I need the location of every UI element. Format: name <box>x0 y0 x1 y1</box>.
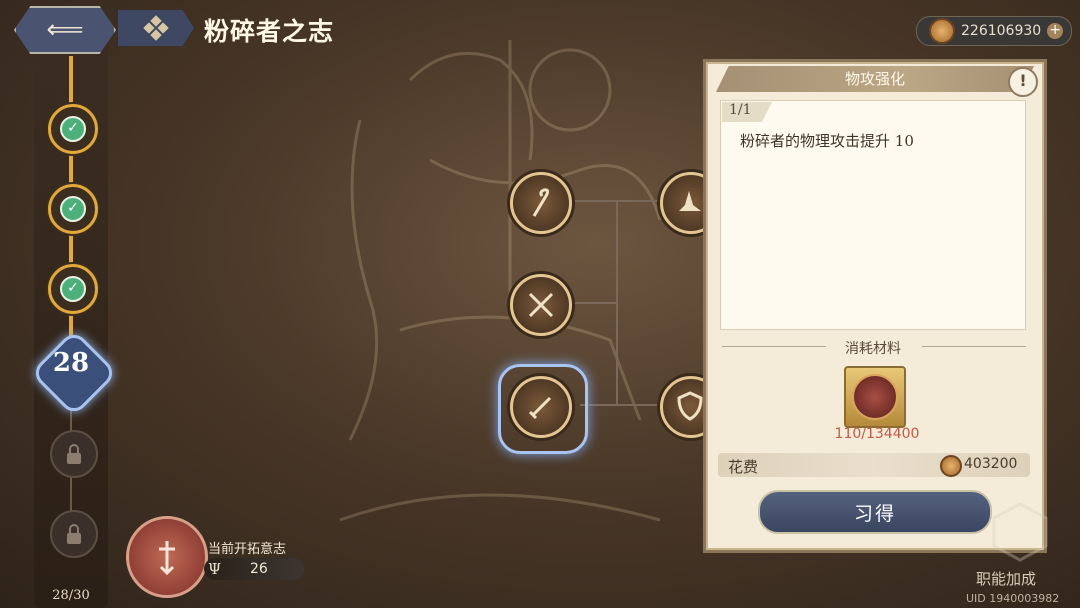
sword-icon <box>528 396 552 420</box>
pioneer-will-value: 26 <box>250 561 268 577</box>
back-arrow-icon: ⟸ <box>46 15 84 45</box>
pioneer-emblem[interactable] <box>126 516 208 598</box>
currency-amount: 226106930 <box>961 23 1042 39</box>
divider <box>722 346 826 347</box>
check-icon: ✓ <box>60 196 86 222</box>
lock-icon <box>67 443 81 464</box>
material-orb-icon <box>852 374 898 420</box>
skill-node-crook[interactable] <box>510 172 572 234</box>
wizard-hat-icon <box>679 191 701 211</box>
coin-icon <box>940 455 962 477</box>
user-id: UID 1940003982 <box>966 592 1060 605</box>
check-icon: ✓ <box>60 116 86 142</box>
menu-button[interactable] <box>118 10 194 46</box>
current-level-number: 28 <box>52 348 90 378</box>
tree-branch <box>580 404 664 406</box>
skill-description: 粉碎者的物理攻击提升 10 <box>740 132 914 150</box>
track-node-locked[interactable] <box>50 510 98 558</box>
material-count: 110/134400 <box>834 426 920 442</box>
cost-label: 花费 <box>728 458 759 476</box>
add-currency-button[interactable]: + <box>1047 23 1064 39</box>
grid-icon <box>143 15 169 41</box>
tree-branch <box>616 200 618 404</box>
trident-icon: Ψ <box>208 560 222 578</box>
check-icon: ✓ <box>60 276 86 302</box>
panel-title: 物攻强化 <box>844 70 905 88</box>
pioneer-will-label: 当前开拓意志 <box>208 542 287 557</box>
page-title: 粉碎者之志 <box>204 17 335 46</box>
job-bonus-icon[interactable] <box>990 500 1050 564</box>
info-button[interactable]: ! <box>1008 67 1038 97</box>
divider <box>922 346 1026 347</box>
background-knight-art <box>339 40 662 522</box>
materials-label: 消耗材料 <box>845 341 901 357</box>
track-node-locked[interactable] <box>50 430 98 478</box>
material-item[interactable] <box>844 366 906 428</box>
track-node-completed[interactable]: ✓ <box>48 184 98 234</box>
lock-icon <box>67 523 81 544</box>
cost-value: 403200 <box>964 456 1018 472</box>
coin-icon <box>929 18 955 44</box>
level-progress: 28/30 <box>52 588 90 603</box>
job-bonus-label[interactable]: 职能加成 <box>976 568 1036 589</box>
currency-display: 226106930 + <box>916 16 1072 46</box>
shield-icon <box>677 391 703 421</box>
skill-node-sword[interactable] <box>510 376 572 438</box>
track-node-completed[interactable]: ✓ <box>48 104 98 154</box>
track-node-completed[interactable]: ✓ <box>48 264 98 314</box>
back-button[interactable]: ⟸ <box>14 6 116 54</box>
skill-node-crossed-swords[interactable] <box>510 274 572 336</box>
crossed-swords-icon <box>528 292 554 318</box>
crook-staff-icon <box>532 188 550 217</box>
skill-level: 1/1 <box>729 102 752 118</box>
sword-emblem-icon <box>159 541 175 576</box>
tree-branch <box>568 302 618 304</box>
learn-button[interactable]: 习得 <box>758 490 992 534</box>
